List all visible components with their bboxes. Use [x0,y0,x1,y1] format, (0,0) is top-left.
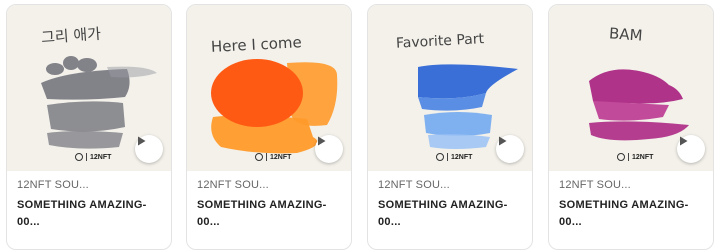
play-button[interactable] [135,135,163,163]
collection-name: 12NFT SOU... [378,179,450,191]
nft-card[interactable]: 그리 애가 12NFT 12NFT SOU... SOMETHING AMAZI… [6,4,172,250]
handwritten-caption: Here I come [211,33,303,56]
nft-title: SOMETHING AMAZING-00... [197,199,327,228]
brand-logo: 12NFT [255,151,291,163]
nft-card[interactable]: BAM 12NFT 12NFT SOU... SOMETHING AMAZING… [548,4,714,250]
brand-logo: 12NFT [617,151,653,163]
nft-title: SOMETHING AMAZING-00... [378,199,508,228]
collection-name: 12NFT SOU... [197,179,269,191]
nft-card[interactable]: Here I come 12NFT 12NFT SOU... SOMETHING… [186,4,352,250]
play-icon [318,136,326,146]
play-icon [499,136,507,146]
artwork-image: Favorite Part 12NFT [368,5,532,171]
brand-logo: 12NFT [75,151,111,163]
play-icon [138,136,146,146]
play-icon [680,136,688,146]
artwork-image: Here I come 12NFT [187,5,351,171]
nft-card[interactable]: Favorite Part 12NFT 12NFT SOU... SOMETHI… [367,4,533,250]
handwritten-caption: 그리 애가 [41,25,102,47]
nft-card-row: 그리 애가 12NFT 12NFT SOU... SOMETHING AMAZI… [0,0,719,250]
brand-logo: 12NFT [436,151,472,163]
collection-name: 12NFT SOU... [559,179,631,191]
nft-title: SOMETHING AMAZING-00... [17,199,147,228]
collection-name: 12NFT SOU... [17,179,89,191]
artwork-image: BAM 12NFT [549,5,713,171]
play-button[interactable] [677,135,705,163]
play-button[interactable] [496,135,524,163]
artwork-image: 그리 애가 12NFT [7,5,171,171]
handwritten-caption: Favorite Part [396,31,485,52]
handwritten-caption: BAM [608,24,643,44]
nft-title: SOMETHING AMAZING-00... [559,199,689,228]
play-button[interactable] [315,135,343,163]
